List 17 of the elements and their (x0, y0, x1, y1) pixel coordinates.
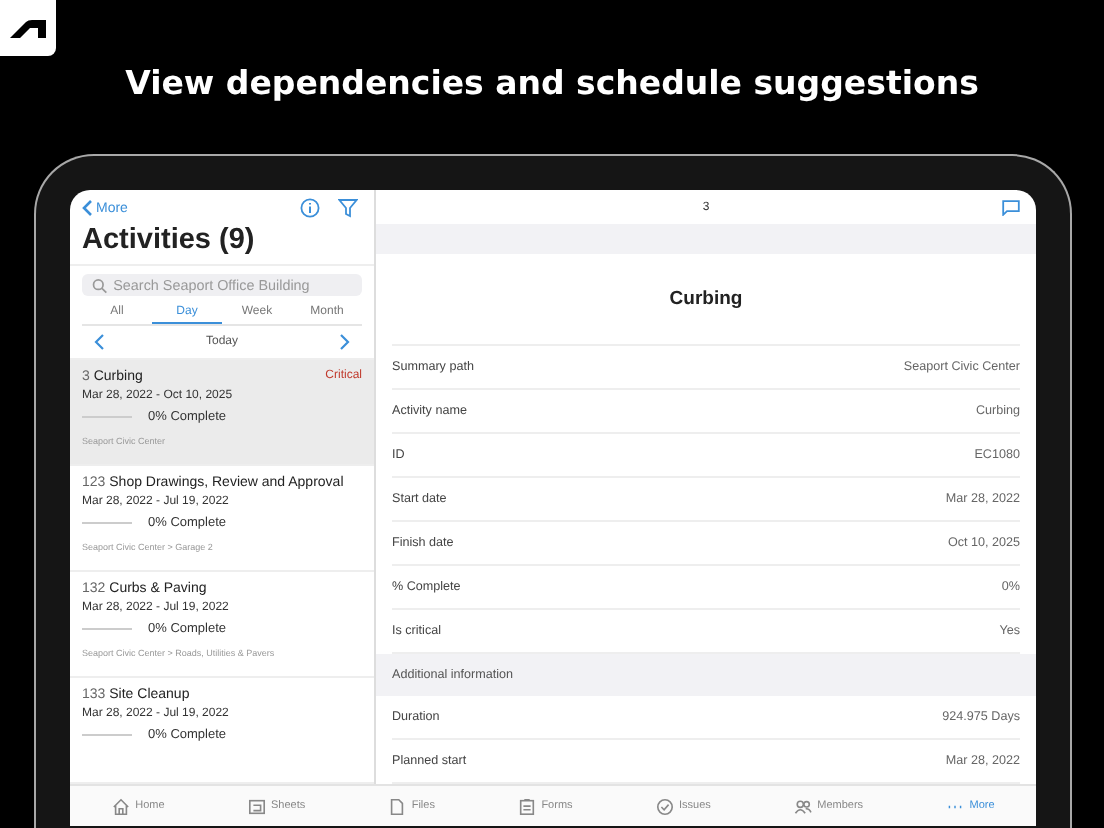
headline: View dependencies and schedule suggestions (123, 64, 981, 106)
next-chevron-icon[interactable] (339, 334, 350, 351)
page-title: Activities (9) (70, 218, 374, 266)
previous-chevron-icon[interactable] (94, 334, 104, 351)
document-icon (387, 797, 406, 815)
sheet-icon (247, 797, 265, 815)
detail-title: Curbing (392, 253, 1020, 346)
people-icon (793, 797, 812, 815)
info-icon[interactable] (300, 198, 320, 218)
filter-icon[interactable] (338, 198, 358, 218)
chevron-left-icon (82, 200, 92, 216)
search-icon (92, 277, 108, 294)
comment-icon[interactable] (1002, 200, 1020, 216)
logo-icon (10, 18, 46, 38)
clipboard-icon (517, 797, 536, 815)
house-icon (111, 797, 130, 815)
check-circle-icon (655, 797, 673, 815)
